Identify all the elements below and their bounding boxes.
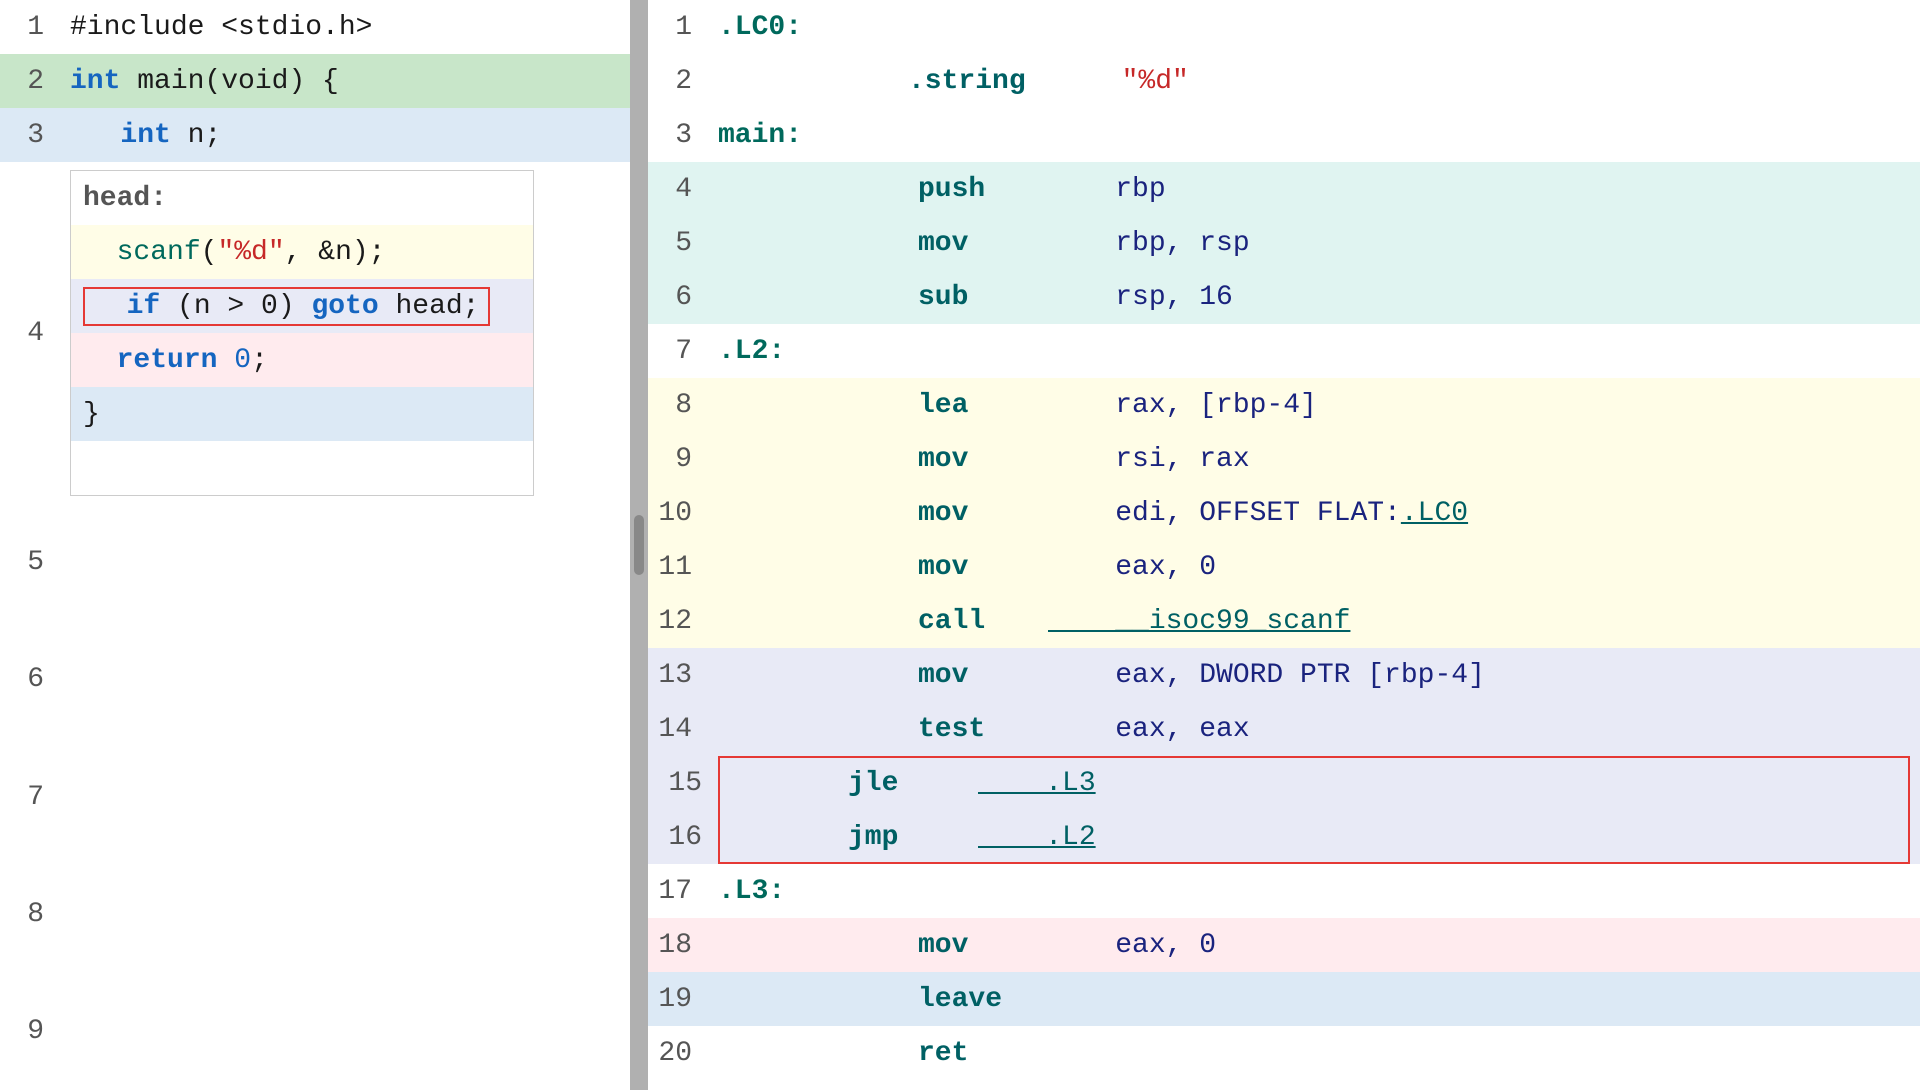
right-line-2: 2 .string "%d" xyxy=(648,54,1920,108)
right-line-12: 12 call __isoc99_scanf xyxy=(648,594,1920,648)
line-number: 2 xyxy=(648,66,708,97)
line-number: 13 xyxy=(648,660,708,691)
left-line-2: 2 int main(void) { xyxy=(0,54,630,108)
line-content: .string "%d" xyxy=(708,58,1920,105)
right-line-10: 10 mov edi, OFFSET FLAT:.LC0 xyxy=(648,486,1920,540)
line-content: lea rax, [rbp-4] xyxy=(708,382,1920,429)
line-number: 8 xyxy=(648,390,708,421)
line-number: 10 xyxy=(648,498,708,529)
inner-line-7: return 0; xyxy=(71,333,533,387)
line-content: head: scanf("%d", &n); if (n > 0) xyxy=(60,162,630,504)
left-line-1: 1 #include <stdio.h> xyxy=(0,0,630,54)
left-line-3: 3 int n; xyxy=(0,108,630,162)
line-content: mov edi, OFFSET FLAT:.LC0 xyxy=(708,490,1920,537)
line-content: sub rsp, 16 xyxy=(708,274,1920,321)
right-line-9: 9 mov rsi, rax xyxy=(648,432,1920,486)
line-number: 3 xyxy=(0,108,60,162)
line-content: call __isoc99_scanf xyxy=(708,598,1920,645)
line-number: 17 xyxy=(648,876,708,907)
line-number: 2 xyxy=(0,54,60,108)
line-number: 12 xyxy=(648,606,708,637)
line-number: 4 xyxy=(648,174,708,205)
right-line-7: 7 .L2: xyxy=(648,324,1920,378)
line-number-filler: 9 xyxy=(0,1016,60,1047)
line-number: 7 xyxy=(648,336,708,367)
right-line-8: 8 lea rax, [rbp-4] xyxy=(648,378,1920,432)
line-content: main: xyxy=(708,112,1920,159)
line-number: 3 xyxy=(648,120,708,151)
right-line-4: 4 push rbp xyxy=(648,162,1920,216)
right-line-1: 1 .LC0: xyxy=(648,0,1920,54)
line-number: 4 xyxy=(0,162,60,504)
right-line-15-16-container: 15 jle .L3 16 jmp .L2 xyxy=(648,756,1920,864)
right-line-14: 14 test eax, eax xyxy=(648,702,1920,756)
right-line-16: 16 jmp .L2 xyxy=(648,810,1920,864)
right-line-5: 5 mov rbp, rsp xyxy=(648,216,1920,270)
line-content: #include <stdio.h> xyxy=(60,0,630,54)
line-number: 15 xyxy=(658,768,718,799)
right-line-17: 17 .L3: xyxy=(648,864,1920,918)
line-content: leave xyxy=(708,976,1920,1023)
left-panel: 1 #include <stdio.h> 2 int main(void) { … xyxy=(0,0,630,1090)
line-content: test eax, eax xyxy=(708,706,1920,753)
line-content: mov eax, 0 xyxy=(708,922,1920,969)
right-line-6: 6 sub rsp, 16 xyxy=(648,270,1920,324)
line-number: 16 xyxy=(658,822,718,853)
line-content: mov eax, 0 xyxy=(708,544,1920,591)
right-line-11: 11 mov eax, 0 xyxy=(648,540,1920,594)
line-number: 6 xyxy=(648,282,708,313)
inner-line-6: if (n > 0) goto head; xyxy=(71,279,533,333)
line-number: 14 xyxy=(648,714,708,745)
line-number-filler: 6 xyxy=(0,664,60,695)
left-line-4: 4 head: scanf("%d", &n); if xyxy=(0,162,630,504)
right-panel: 1 .LC0: 2 .string "%d" 3 main: 4 push rb… xyxy=(648,0,1920,1090)
right-line-15: 15 jle .L3 xyxy=(648,756,1920,810)
line-number: 1 xyxy=(0,0,60,54)
line-number-filler: 5 xyxy=(0,547,60,578)
line-content: int n; xyxy=(60,108,630,162)
line-number: 18 xyxy=(648,930,708,961)
right-line-19: 19 leave xyxy=(648,972,1920,1026)
right-line-20: 20 ret xyxy=(648,1026,1920,1080)
line-number: 20 xyxy=(648,1038,708,1069)
inner-line-5: scanf("%d", &n); xyxy=(71,225,533,279)
line-number: 19 xyxy=(648,984,708,1015)
line-content: mov rbp, rsp xyxy=(708,220,1920,267)
right-line-13: 13 mov eax, DWORD PTR [rbp-4] xyxy=(648,648,1920,702)
line-number: 1 xyxy=(648,12,708,43)
line-number: 5 xyxy=(648,228,708,259)
line-content: push rbp xyxy=(708,166,1920,213)
line-number-filler: 8 xyxy=(0,899,60,930)
line-content: int main(void) { xyxy=(60,54,630,108)
right-line-18: 18 mov eax, 0 xyxy=(648,918,1920,972)
line-content: mov rsi, rax xyxy=(708,436,1920,483)
line-content: .L2: xyxy=(708,328,1920,375)
line-number: 9 xyxy=(648,444,708,475)
line-content: .LC0: xyxy=(708,4,1920,51)
line-number: 11 xyxy=(648,552,708,583)
right-line-3: 3 main: xyxy=(648,108,1920,162)
panel-divider xyxy=(630,0,648,1090)
line-content: mov eax, DWORD PTR [rbp-4] xyxy=(708,652,1920,699)
inner-line-9 xyxy=(71,441,533,495)
inner-line-8: } xyxy=(71,387,533,441)
line-content: ret xyxy=(708,1030,1920,1077)
line-content: .L3: xyxy=(708,868,1920,915)
line-number-filler: 7 xyxy=(0,782,60,813)
